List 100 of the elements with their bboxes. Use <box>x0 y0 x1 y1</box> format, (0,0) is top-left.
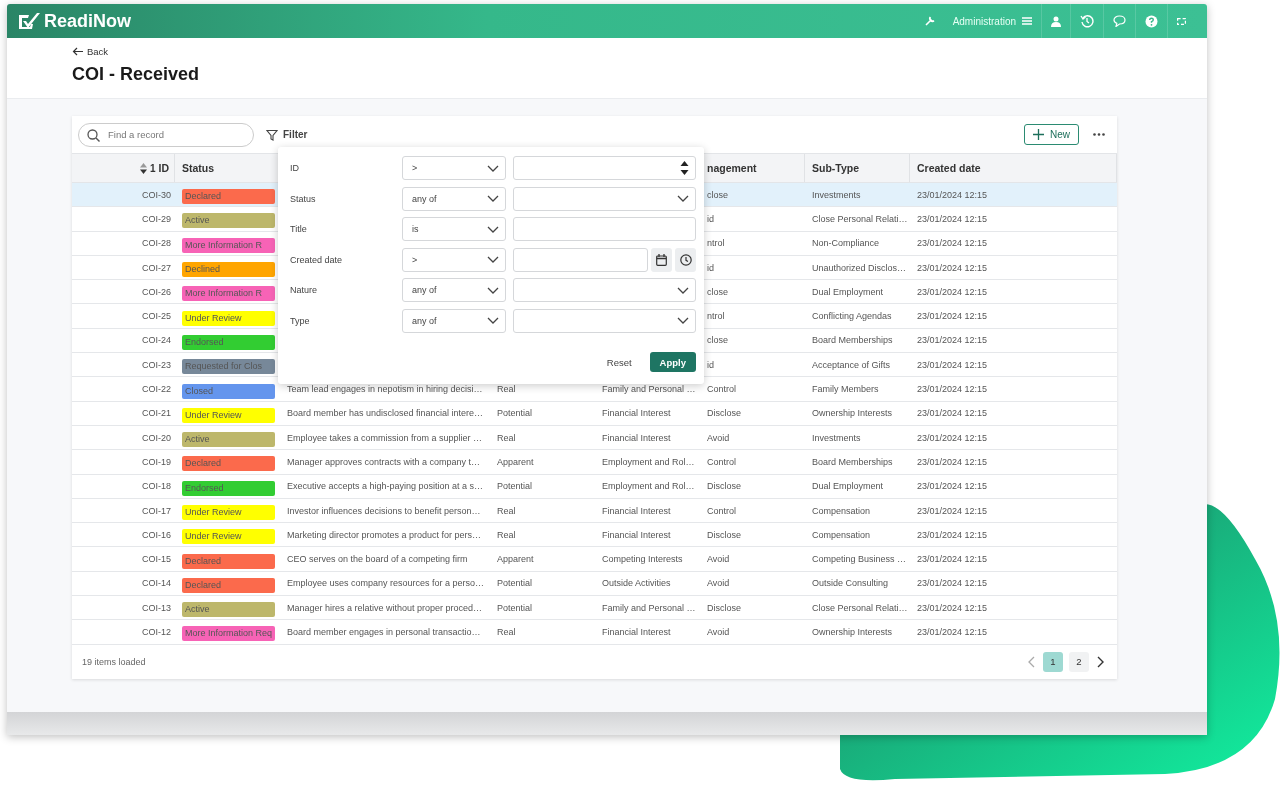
status-label: Active <box>182 432 275 448</box>
table-cell-text: 23/01/2024 12:15 <box>916 213 989 224</box>
status-label: Active <box>182 602 275 618</box>
status-label: Declared <box>182 553 275 569</box>
table-cell-text: Disclose <box>706 529 742 540</box>
table-cell-text: COI-13 <box>141 602 172 613</box>
status-label: Declared <box>182 189 275 205</box>
table-cell-text: Conflicting Agendas <box>811 311 893 322</box>
table-cell-text: close <box>706 335 729 346</box>
table-cell-text: COI-25 <box>141 311 172 322</box>
table-cell-text: Family and Personal … <box>601 384 697 394</box>
table-cell-text: COI-30 <box>141 189 172 200</box>
status-label: Under Review <box>182 529 275 545</box>
table-cell-text: Financial Interest <box>601 408 672 419</box>
status-label: More Information R <box>182 237 275 253</box>
table-cell-text: Marketing director promotes a product for pers… <box>286 529 483 540</box>
table-cell-text: Avoid <box>706 578 731 589</box>
table-cell-text: COI-15 <box>141 554 172 565</box>
table-cell-text: Financial Interest <box>601 529 672 540</box>
table-cell-text: Dual Employment <box>811 481 885 492</box>
filter-label: ID <box>290 163 300 173</box>
table-cell-text: Ownership Interests <box>811 627 894 637</box>
status-label: Under Review <box>182 407 275 423</box>
table-cell-text: Real <box>496 627 517 637</box>
filter-label: Status <box>290 193 317 204</box>
table-cell-text: Manager approves contracts with a company t… <box>286 456 482 467</box>
table-cell-text: 23/01/2024 12:15 <box>916 262 989 273</box>
status-label: Declared <box>182 456 275 472</box>
table-cell-text: Competing Business … <box>811 554 908 565</box>
table-cell-text: 23/01/2024 12:15 <box>916 481 989 492</box>
table-cell-text: 23/01/2024 12:15 <box>916 602 989 613</box>
table-cell-text: id <box>706 359 715 370</box>
table-cell-text: 23/01/2024 12:15 <box>916 189 989 200</box>
table-cell-text: Real <box>496 505 517 516</box>
table-cell-text: Acceptance of Gifts <box>811 359 892 370</box>
table-cell-text: Apparent <box>496 456 535 467</box>
table-cell-text: Executive accepts a high-paying position at a s… <box>286 481 485 492</box>
app-logo: ReadiNow <box>44 10 131 32</box>
table-cell-text: ntrol <box>706 238 726 249</box>
status-label: Under Review <box>182 310 275 326</box>
table-cell-text: Investments <box>811 189 862 200</box>
table-cell-text: COI-12 <box>141 627 172 637</box>
table-cell-text: Potential <box>496 578 534 589</box>
table-cell-text: Employee uses company resources for a perso… <box>286 578 486 589</box>
table-cell-text: Compensation <box>811 529 872 540</box>
table-cell-text: COI-18 <box>141 481 172 492</box>
table-cell-text: COI-19 <box>141 456 172 467</box>
status-label: Under Review <box>182 505 275 520</box>
table-cell-text: Employment and Rol… <box>601 456 696 467</box>
table-cell-text: Apparent <box>496 554 535 565</box>
table-cell-text: COI-17 <box>141 505 172 516</box>
table-cell-text: COI-14 <box>141 578 172 589</box>
table-cell-text: Outside Activities <box>601 578 672 589</box>
table-cell-text: Board member engages in personal transactio… <box>286 627 482 637</box>
table-cell-text: COI-28 <box>141 238 172 249</box>
table-cell-text: Control <box>706 505 737 516</box>
table-cell-text: 23/01/2024 12:15 <box>916 578 989 589</box>
table-cell-text: Manager hires a relative without proper proced… <box>286 602 484 613</box>
table-cell-text: Non-Compliance <box>811 238 881 249</box>
table-cell-text: COI-23 <box>141 359 172 370</box>
table-cell-text: Investments <box>811 432 862 443</box>
status-label: Endorsed <box>182 334 275 350</box>
table-cell-text: COI-22 <box>141 384 172 394</box>
table-cell-text: COI-16 <box>141 529 172 540</box>
table-cell-text: 23/01/2024 12:15 <box>916 359 989 370</box>
table-cell-text: 23/01/2024 12:15 <box>916 335 989 346</box>
table-cell-text: Real <box>496 432 517 443</box>
table-cell-text: CEO serves on the board of a competing firm <box>286 554 469 565</box>
table-cell-text: Board member has undisclosed financial intere… <box>286 408 485 419</box>
filter-label: Created date <box>290 254 344 265</box>
table-cell-text: Competing Interests <box>601 554 684 565</box>
table-cell-text: close <box>706 286 729 297</box>
table-cell-text: 23/01/2024 12:15 <box>916 238 989 249</box>
status-label: Closed <box>182 383 275 399</box>
table-cell-text: Potential <box>496 481 534 492</box>
table-cell-text: Potential <box>496 602 534 613</box>
table-cell-text: COI-26 <box>141 286 172 297</box>
table-cell-text: Close Personal Relati… <box>811 213 909 224</box>
items-count: 19 items loaded <box>82 656 146 667</box>
status-label: Active <box>182 213 275 229</box>
table-cell-text: Potential <box>496 408 534 419</box>
table-cell-text: Avoid <box>706 432 731 443</box>
table-cell-text: Employee takes a commission from a supplier … <box>286 432 484 443</box>
table-cell-text: Family and Personal … <box>601 602 697 613</box>
status-label: More Information Req <box>182 626 276 642</box>
filter-label: Type <box>290 315 311 326</box>
table-cell-text: Disclose <box>706 408 742 419</box>
table-cell-text: Control <box>706 384 737 394</box>
table-cell-text: 23/01/2024 12:15 <box>916 408 989 419</box>
table-cell-text: Ownership Interests <box>811 408 894 419</box>
table-cell-text: Financial Interest <box>601 432 672 443</box>
table-cell-text: Board Memberships <box>811 456 894 467</box>
table-cell-text: Avoid <box>706 554 731 565</box>
table-cell-text: Compensation <box>811 505 872 516</box>
table-cell-text: Board Memberships <box>811 335 894 346</box>
table-cell-text: Financial Interest <box>601 505 672 516</box>
table-cell-text: 23/01/2024 12:15 <box>916 627 989 637</box>
table-cell-text: Investor influences decisions to benefit person… <box>286 505 482 516</box>
table-cell-text: 23/01/2024 12:15 <box>916 554 989 565</box>
table-cell-text: COI-29 <box>141 213 172 224</box>
